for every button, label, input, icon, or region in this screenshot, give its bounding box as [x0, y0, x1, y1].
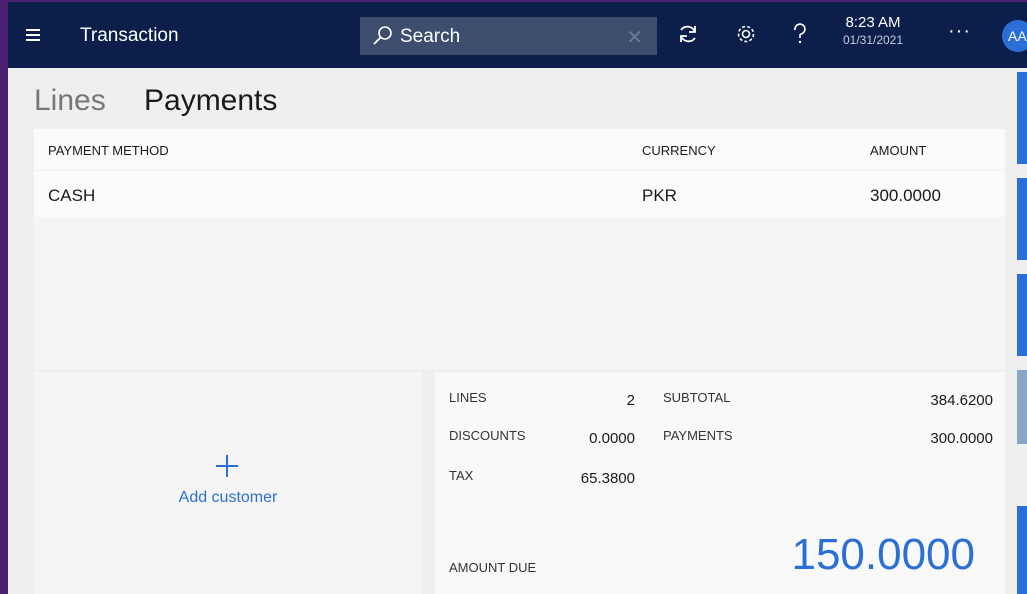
- tax-value: 65.3800: [580, 470, 635, 487]
- add-customer-button[interactable]: Add customer: [34, 489, 422, 507]
- side-action-tile-1[interactable]: [1017, 72, 1027, 164]
- subtotal-value: 384.6200: [930, 392, 993, 409]
- column-header-amount[interactable]: AMOUNT: [870, 143, 926, 158]
- clock-time: 8:23 AM: [845, 14, 901, 31]
- clear-icon[interactable]: ✕: [626, 25, 643, 50]
- payments-grid: PAYMENT METHOD CURRENCY AMOUNT CASH PKR …: [34, 129, 1005, 369]
- column-header-payment-method[interactable]: PAYMENT METHOD: [48, 143, 169, 158]
- table-row[interactable]: CASH PKR 300.0000: [34, 171, 1005, 217]
- amount-due-value: 150.0000: [791, 530, 975, 579]
- search-icon: [373, 26, 392, 45]
- add-customer-panel[interactable]: Add customer: [34, 372, 422, 594]
- discounts-label: DISCOUNTS: [449, 428, 526, 443]
- help-icon[interactable]: [788, 22, 812, 46]
- discounts-value: 0.0000: [589, 430, 635, 447]
- subtotal-label: SUBTOTAL: [663, 390, 731, 405]
- cell-payment-method: CASH: [48, 186, 96, 205]
- side-action-tile-3[interactable]: [1017, 274, 1027, 356]
- totals-panel: LINES 2 SUBTOTAL 384.6200 DISCOUNTS 0.00…: [435, 372, 1005, 594]
- clock: 8:23 AM 01/31/2021: [838, 14, 908, 47]
- top-bar: Transaction Search ✕ 8:23 AM 01/31/2021 …: [8, 2, 1027, 68]
- lines-label: LINES: [449, 390, 487, 405]
- plus-icon: [216, 455, 238, 477]
- tax-label: TAX: [449, 468, 474, 483]
- search-input[interactable]: Search ✕: [360, 17, 657, 55]
- side-action-tile-4[interactable]: [1017, 370, 1027, 444]
- side-action-tile-5[interactable]: [1017, 506, 1027, 594]
- settings-icon[interactable]: [734, 22, 758, 46]
- grid-header: PAYMENT METHOD CURRENCY AMOUNT: [34, 129, 1005, 169]
- window-frame-left: [0, 0, 8, 594]
- avatar[interactable]: AA: [1002, 20, 1027, 52]
- cell-amount: 300.0000: [870, 186, 941, 205]
- clock-date: 01/31/2021: [842, 33, 904, 47]
- more-icon[interactable]: ···: [948, 20, 971, 43]
- amount-due-label: AMOUNT DUE: [449, 560, 537, 575]
- refresh-icon[interactable]: [676, 22, 700, 46]
- column-header-currency[interactable]: CURRENCY: [642, 143, 716, 158]
- side-action-tile-2[interactable]: [1017, 178, 1027, 260]
- menu-icon[interactable]: [24, 26, 44, 44]
- tab-payments[interactable]: Payments: [144, 84, 277, 118]
- payments-value: 300.0000: [930, 430, 993, 447]
- cell-currency: PKR: [642, 186, 677, 205]
- search-placeholder: Search: [400, 26, 461, 47]
- payments-label: PAYMENTS: [663, 428, 733, 443]
- lines-value: 2: [626, 392, 635, 409]
- app-title: Transaction: [80, 25, 179, 46]
- tab-lines[interactable]: Lines: [34, 84, 106, 118]
